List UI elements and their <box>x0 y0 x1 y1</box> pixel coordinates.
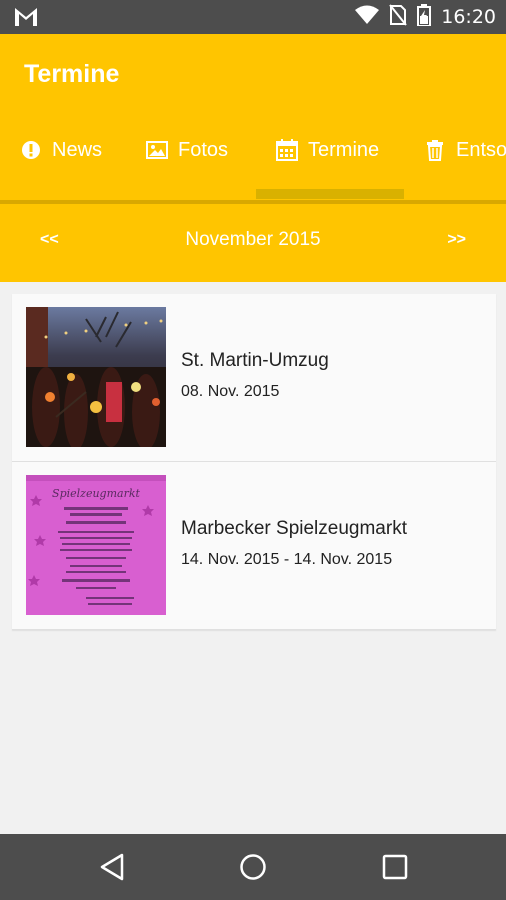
gmail-icon <box>14 6 38 33</box>
tab-label: Fotos <box>178 138 229 161</box>
event-date: 14. Nov. 2015 - 14. Nov. 2015 <box>181 551 393 568</box>
back-icon[interactable] <box>98 852 128 882</box>
event-list: St. Martin-Umzug 08. Nov. 2015 Spielzeug… <box>12 294 496 630</box>
tab-news[interactable]: News <box>20 128 102 172</box>
event-title: St. Martin-Umzug <box>181 350 329 371</box>
lantern-parade-photo <box>26 307 166 447</box>
tab-indicator <box>256 189 404 199</box>
tab-label: Entso <box>456 138 506 161</box>
tab-fotos[interactable]: Fotos <box>146 128 228 172</box>
pink-flyer-photo: Spielzeugmarkt <box>26 475 166 615</box>
current-month-label: November 2015 <box>185 229 321 250</box>
list-item[interactable]: Spielzeugmarkt Marbecker Spielzeugmarkt … <box>12 462 496 630</box>
tab-termine[interactable]: Termine <box>276 128 379 172</box>
calendar-icon <box>276 139 298 161</box>
list-item[interactable]: St. Martin-Umzug 08. Nov. 2015 <box>12 294 496 462</box>
app-bar: Termine News Fotos Termine Entso <box>0 34 506 200</box>
no-sim-icon <box>389 3 408 31</box>
trash-icon <box>424 139 446 161</box>
recents-icon[interactable] <box>380 852 410 882</box>
next-month-button[interactable]: >> <box>447 231 466 249</box>
tab-bar: News Fotos Termine Entso <box>0 128 506 172</box>
month-navigator: << November 2015 >> <box>0 204 506 282</box>
tab-entsorgung[interactable]: Entso <box>424 128 506 172</box>
battery-icon <box>417 3 432 31</box>
alert-circle-icon <box>20 139 42 161</box>
image-icon <box>146 139 168 161</box>
clock: 16:20 <box>441 6 496 28</box>
page-title: Termine <box>24 60 120 88</box>
status-bar: 16:20 <box>0 0 506 34</box>
system-nav-bar <box>0 834 506 900</box>
event-date: 08. Nov. 2015 <box>181 383 280 400</box>
tab-label: News <box>52 138 103 161</box>
tab-label: Termine <box>308 138 380 161</box>
home-icon[interactable] <box>238 852 268 882</box>
svg-text:Spielzeugmarkt: Spielzeugmarkt <box>52 487 140 500</box>
event-title: Marbecker Spielzeugmarkt <box>181 518 407 539</box>
wifi-icon <box>355 5 380 30</box>
